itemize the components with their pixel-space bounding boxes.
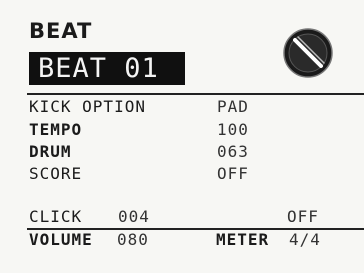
param-label-drum[interactable]: DRUM xyxy=(29,142,72,162)
param-value-tempo[interactable]: 100 xyxy=(217,120,249,140)
meter-label[interactable]: METER xyxy=(216,230,269,250)
volume-label[interactable]: VOLUME xyxy=(29,230,93,250)
click-label[interactable]: CLICK xyxy=(29,207,82,227)
param-value-score[interactable]: OFF xyxy=(217,164,249,184)
param-label-kick-option[interactable]: KICK OPTION xyxy=(29,97,146,117)
knob-icon[interactable] xyxy=(282,27,334,79)
param-label-score[interactable]: SCORE xyxy=(29,164,82,184)
divider-top xyxy=(27,93,364,95)
beat-name-display[interactable]: BEAT 01 xyxy=(29,52,185,85)
beat-screen: BEAT BEAT 01 KICK OPTION PAD TEMPO 100 D… xyxy=(0,0,364,273)
volume-value[interactable]: 080 xyxy=(117,230,149,250)
param-value-drum[interactable]: 063 xyxy=(217,142,249,162)
param-value-kick-option[interactable]: PAD xyxy=(217,97,249,117)
screen-title: BEAT xyxy=(29,19,93,43)
click-value[interactable]: 004 xyxy=(118,207,150,227)
param-label-tempo[interactable]: TEMPO xyxy=(29,120,82,140)
beat-name-text: BEAT 01 xyxy=(38,53,159,84)
click-state[interactable]: OFF xyxy=(287,207,319,227)
meter-value[interactable]: 4/4 xyxy=(289,230,321,250)
